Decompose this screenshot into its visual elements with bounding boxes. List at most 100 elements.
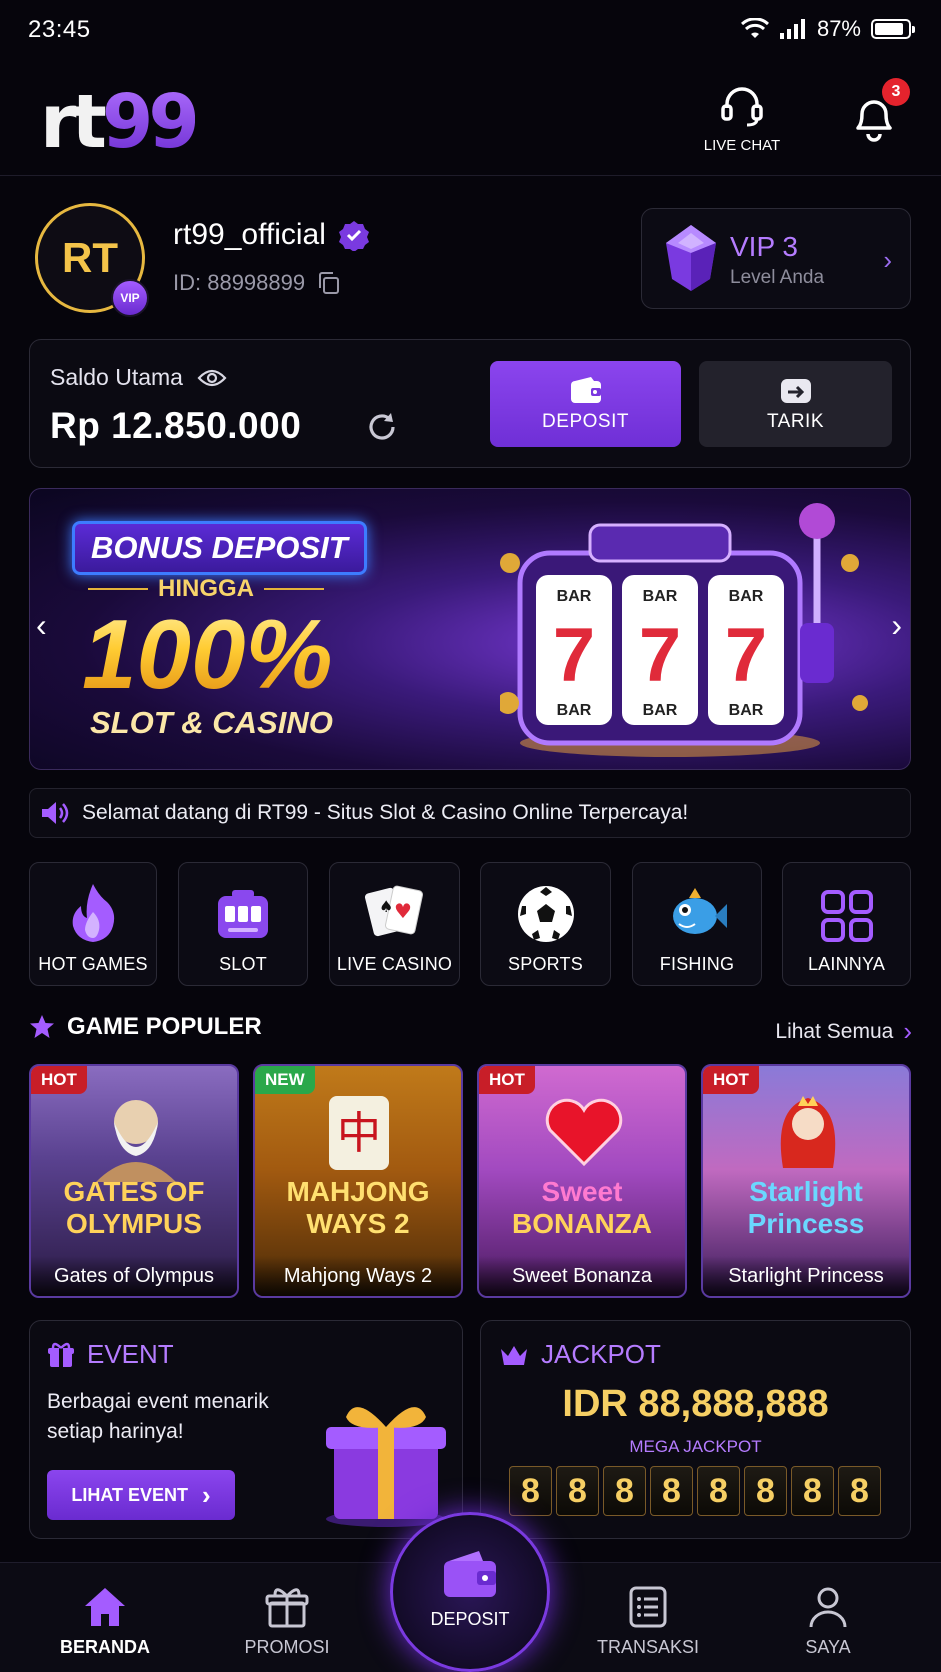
brand-logo[interactable]: rt99 — [40, 82, 200, 162]
headset-icon — [721, 87, 763, 127]
svg-text:中: 中 — [337, 1108, 381, 1159]
notification-button[interactable]: 3 — [850, 78, 910, 144]
game-logo: MAHJONG WAYS 2 — [286, 1176, 430, 1239]
banner-subtitle: SLOT & CASINO — [90, 705, 333, 740]
nav-deposit-button[interactable]: DEPOSIT — [390, 1512, 550, 1672]
app-header: rt99 LIVE CHAT 3 — [0, 62, 941, 176]
game-card-sweet-bonanza[interactable]: HOT Sweet BONANZA Sweet Bonanza — [477, 1064, 687, 1298]
game-logo: Starlight Princess — [747, 1176, 865, 1239]
promo-banner[interactable]: BONUS DEPOSIT HINGGA 100% SLOT & CASINO … — [29, 488, 911, 770]
game-card-starlight-princess[interactable]: HOT Starlight Princess Starlight Princess — [701, 1064, 911, 1298]
copy-icon[interactable] — [317, 271, 341, 295]
category-hot-games[interactable]: HOT GAMES — [29, 862, 157, 986]
announcement-text: Selamat datang di RT99 - Situs Slot & Ca… — [82, 801, 689, 824]
user-id: ID: 88998899 — [173, 270, 341, 296]
vip-level-title: VIP 3 — [730, 231, 798, 262]
reel-1-symbol: 7 — [553, 613, 595, 698]
category-label: SLOT — [219, 954, 267, 974]
jackpot-amount: IDR 88,888,888 — [562, 1383, 829, 1425]
category-fishing[interactable]: FISHING — [632, 862, 762, 986]
nav-transactions-label: TRANSAKSI — [596, 1637, 700, 1657]
vip-level-card[interactable]: VIP 3 Level Anda › — [641, 208, 911, 309]
event-description: Berbagai event menarik setiap harinya! — [47, 1390, 269, 1443]
banner-next-arrow[interactable]: › — [891, 607, 902, 644]
event-card: EVENT Berbagai event menarik setiap hari… — [29, 1320, 463, 1539]
zeus-figure-icon — [96, 1100, 176, 1182]
signal-icon — [779, 19, 805, 39]
wallet-icon — [444, 1551, 496, 1597]
category-label: HOT GAMES — [38, 954, 148, 974]
chevron-right-icon: › — [903, 1016, 912, 1046]
jackpot-digit: 8 — [650, 1466, 693, 1516]
category-more[interactable]: LAINNYA — [782, 862, 911, 986]
verified-icon — [338, 221, 369, 251]
game-badge: HOT — [703, 1066, 759, 1094]
nav-profile-label: SAYA — [805, 1637, 851, 1657]
mahjong-tile-icon: 中 — [329, 1096, 389, 1170]
wifi-icon — [740, 18, 769, 38]
reel-3-symbol: 7 — [725, 613, 767, 698]
category-sports[interactable]: SPORTS — [480, 862, 611, 986]
fish-icon — [673, 888, 727, 934]
jackpot-digit: 8 — [697, 1466, 740, 1516]
live-chat-button[interactable]: LIVE CHAT — [692, 84, 792, 154]
jackpot-digit: 8 — [744, 1466, 787, 1516]
jackpot-counter: 8 8 8 8 8 8 8 8 — [509, 1466, 881, 1516]
category-slot[interactable]: SLOT — [178, 862, 308, 986]
status-time: 23:45 — [28, 16, 91, 43]
nav-transactions[interactable]: TRANSAKSI — [578, 1585, 718, 1658]
princess-figure-icon — [780, 1096, 836, 1168]
refresh-icon[interactable] — [365, 410, 399, 444]
star-icon — [30, 1015, 54, 1038]
balance-label-text: Saldo Utama — [50, 364, 183, 390]
jackpot-digit: 8 — [509, 1466, 552, 1516]
see-all-link[interactable]: Lihat Semua › — [775, 1016, 912, 1047]
category-live-casino[interactable]: ♥ ♠ LIVE CASINO — [329, 862, 460, 986]
svg-text:♥: ♥ — [394, 899, 412, 923]
nav-promo[interactable]: PROMOSI — [217, 1585, 357, 1658]
live-chat-label: LIVE CHAT — [703, 137, 781, 154]
jackpot-card: JACKPOT IDR 88,888,888 MEGA JACKPOT 8 8 … — [480, 1320, 911, 1539]
jackpot-digit: 8 — [603, 1466, 646, 1516]
eye-icon[interactable] — [197, 368, 227, 388]
vip-badge: VIP — [111, 279, 149, 317]
jackpot-title: JACKPOT — [499, 1339, 661, 1370]
reel-2-bottom: BAR — [643, 702, 678, 719]
battery-icon — [871, 19, 915, 39]
deposit-button[interactable]: DEPOSIT — [490, 361, 681, 447]
gem-icon — [666, 225, 716, 291]
view-event-button[interactable]: LIHAT EVENT › — [47, 1470, 235, 1520]
game-name: Mahjong Ways 2 — [255, 1256, 461, 1296]
notification-badge: 3 — [882, 78, 910, 106]
balance-label: Saldo Utama — [50, 364, 227, 391]
wallet-icon — [570, 377, 601, 403]
chevron-right-icon: › — [883, 245, 892, 275]
reel-3-top: BAR — [729, 588, 764, 605]
user-id-text: ID: 88998899 — [173, 270, 306, 295]
withdraw-icon — [780, 379, 811, 403]
playing-cards-icon: ♥♠ — [364, 885, 423, 937]
game-name: Starlight Princess — [703, 1256, 909, 1296]
nav-home[interactable]: BERANDA — [35, 1585, 175, 1658]
deposit-button-label: DEPOSIT — [542, 411, 629, 432]
withdraw-button-label: TARIK — [766, 411, 825, 432]
game-card-mahjong-ways-2[interactable]: NEW 中 MAHJONG WAYS 2 Mahjong Ways 2 — [253, 1064, 463, 1298]
jackpot-label: MEGA JACKPOT — [629, 1437, 762, 1456]
reel-3-bottom: BAR — [729, 702, 764, 719]
announcement-marquee: Selamat datang di RT99 - Situs Slot & Ca… — [29, 788, 911, 838]
withdraw-button[interactable]: TARIK — [699, 361, 892, 447]
nav-home-label: BERANDA — [60, 1637, 150, 1657]
category-label: LAINNYA — [807, 954, 886, 974]
banner-prev-arrow[interactable]: ‹ — [36, 607, 47, 644]
nav-profile[interactable]: SAYA — [758, 1585, 898, 1658]
vip-level-subtitle: Level Anda — [730, 267, 825, 288]
reel-1-top: BAR — [557, 588, 592, 605]
banner-tag: BONUS DEPOSIT — [72, 521, 367, 575]
slot-machine-icon — [218, 890, 268, 938]
reel-2-symbol: 7 — [639, 613, 681, 698]
nav-promo-label: PROMOSI — [244, 1637, 330, 1657]
game-card-gates-of-olympus[interactable]: HOT GATES OF OLYMPUS Gates of Olympus — [29, 1064, 239, 1298]
game-badge: HOT — [479, 1066, 535, 1094]
jackpot-digit: 8 — [791, 1466, 834, 1516]
jackpot-digit: 8 — [556, 1466, 599, 1516]
